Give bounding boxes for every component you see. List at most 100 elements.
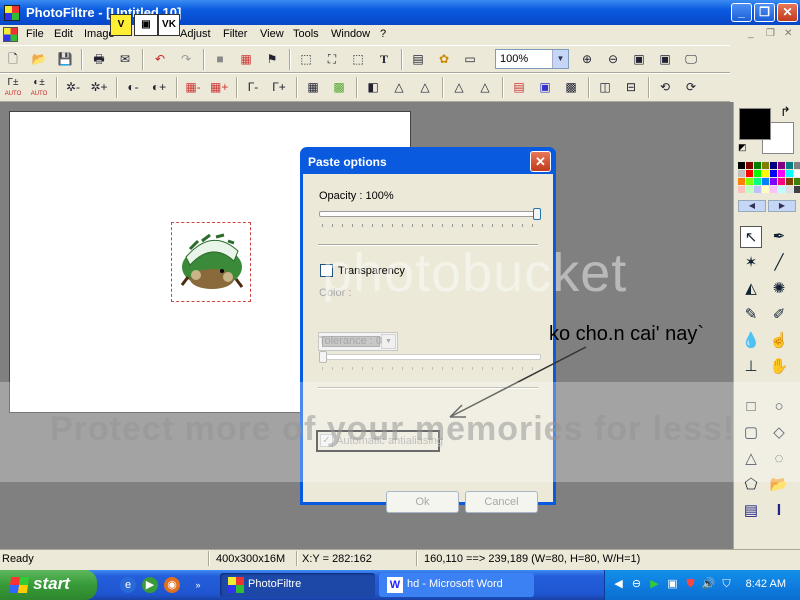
fill-bucket-tool-icon[interactable]: ◭ <box>740 278 762 300</box>
fit-window-icon[interactable]: ▣ <box>656 50 674 68</box>
soften-icon[interactable]: △ <box>450 78 468 96</box>
task-photofiltre[interactable]: PhotoFiltre <box>220 573 375 597</box>
smudge-tool-icon[interactable]: ☝ <box>768 330 790 352</box>
menu-filter[interactable]: Filter <box>223 28 247 40</box>
tray-minus-icon[interactable]: ⊖ <box>629 577 644 592</box>
magic-wand-tool-icon[interactable]: ✶ <box>740 252 762 274</box>
contrast-down-icon[interactable]: ◐- <box>124 78 142 96</box>
flip-vertical-icon[interactable]: ⊟ <box>622 78 640 96</box>
start-button[interactable]: start <box>0 570 97 600</box>
explorer-icon[interactable]: ▭ <box>461 50 479 68</box>
tray-back-icon[interactable]: ◀ <box>611 577 626 592</box>
document-menu-icon[interactable] <box>3 27 18 42</box>
actual-size-icon[interactable]: ▣ <box>630 50 648 68</box>
save-icon[interactable]: 💾 <box>56 50 74 68</box>
redo-icon[interactable]: ↷ <box>177 50 195 68</box>
tray-antivirus-icon[interactable]: ⛊ <box>683 577 698 592</box>
image-browser-icon[interactable]: ▤ <box>409 50 427 68</box>
zoom-select[interactable]: 100% ▼ <box>495 49 569 69</box>
show-more-icon[interactable]: » <box>190 577 206 593</box>
spray-tool-icon[interactable]: ✺ <box>768 278 790 300</box>
open-folder-icon[interactable]: 📂 <box>30 50 48 68</box>
plugin-icon[interactable]: ✿ <box>435 50 453 68</box>
selection-rectangle[interactable] <box>171 222 251 302</box>
new-file-icon[interactable]: 🗋 <box>4 50 22 68</box>
chevron-down-icon[interactable]: ▼ <box>552 50 568 68</box>
transform-icon[interactable]: ⬚ <box>349 50 367 68</box>
saturation-down-icon[interactable]: ▦- <box>184 78 202 96</box>
scan-icon[interactable]: ✉ <box>116 50 134 68</box>
line-tool-icon[interactable]: ╱ <box>768 252 790 274</box>
cancel-button[interactable]: Cancel <box>465 491 538 513</box>
internet-explorer-icon[interactable]: e <box>120 577 136 593</box>
quick-launch-vk-button[interactable]: VK <box>158 14 180 36</box>
mosaic-icon[interactable]: ▩ <box>330 78 348 96</box>
minimize-button[interactable]: _ <box>731 3 752 22</box>
opacity-slider-thumb[interactable] <box>533 208 541 220</box>
foreground-color-swatch[interactable] <box>739 108 771 140</box>
color-palette[interactable] <box>738 162 800 196</box>
contrast-up-icon[interactable]: ◐+ <box>150 78 168 96</box>
menu-edit[interactable]: Edit <box>54 28 73 40</box>
ok-button[interactable]: Ok <box>386 491 459 513</box>
gradient-icon[interactable]: ▤ <box>510 78 528 96</box>
menu-tools[interactable]: Tools <box>293 28 319 40</box>
quick-launch-v-button[interactable]: V <box>110 14 132 36</box>
task-word[interactable]: W hd - Microsoft Word <box>379 573 534 597</box>
reset-colors-icon[interactable]: ◩ <box>738 142 747 153</box>
brightness-down-icon[interactable]: ✲- <box>64 78 82 96</box>
pointer-tool-icon[interactable]: ↖ <box>740 226 762 248</box>
auto-contrast-icon[interactable]: ◐± AUTO <box>30 78 48 98</box>
photofiltre-app-icon[interactable] <box>4 5 20 21</box>
menu-help[interactable]: ? <box>380 28 386 40</box>
detail-icon[interactable]: △ <box>476 78 494 96</box>
palette-prev-icon[interactable]: ◀ <box>738 200 766 212</box>
restore-button[interactable]: ❐ <box>754 3 775 22</box>
blur-icon[interactable]: △ <box>390 78 408 96</box>
texture-icon[interactable]: ▩ <box>562 78 580 96</box>
mdi-minimize-icon[interactable]: _ <box>748 28 754 39</box>
zoom-in-icon[interactable]: ⊕ <box>578 50 596 68</box>
close-button[interactable]: ✕ <box>777 3 798 22</box>
run-macro-icon[interactable]: ⚑ <box>263 50 281 68</box>
tolerance-slider-thumb[interactable] <box>319 351 327 363</box>
print-icon[interactable]: 🖶 <box>90 50 108 68</box>
gamma-down-icon[interactable]: Γ- <box>244 78 262 96</box>
opacity-slider[interactable] <box>319 211 541 217</box>
rotate-left-icon[interactable]: ⟲ <box>656 78 674 96</box>
undo-icon[interactable]: ↶ <box>151 50 169 68</box>
eyedropper-tool-icon[interactable]: ✒ <box>768 226 790 248</box>
tray-sound-icon[interactable]: 🔊 <box>701 577 716 592</box>
gamma-up-icon[interactable]: Γ+ <box>270 78 288 96</box>
clone-stamp-tool-icon[interactable]: ⊥ <box>740 356 762 378</box>
blur-tool-icon[interactable]: 💧 <box>740 330 762 352</box>
tray-network-icon[interactable]: ▣ <box>665 577 680 592</box>
menu-window[interactable]: Window <box>331 28 370 40</box>
swap-colors-icon[interactable]: ↱ <box>780 104 791 120</box>
mdi-close-icon[interactable]: ✕ <box>784 28 792 39</box>
grid-filter-icon[interactable]: ▦ <box>304 78 322 96</box>
menu-adjust[interactable]: Adjust <box>180 28 211 40</box>
text-selection-icon[interactable]: 𝐈 <box>768 500 790 522</box>
firefox-icon[interactable]: ◉ <box>164 577 180 593</box>
zoom-out-icon[interactable]: ⊖ <box>604 50 622 68</box>
effect-brush-tool-icon[interactable]: ✐ <box>768 304 790 326</box>
invert-selection-icon[interactable]: ▤ <box>740 500 762 522</box>
mdi-restore-icon[interactable]: ❐ <box>766 28 775 39</box>
full-screen-icon[interactable]: 🖵 <box>682 50 700 68</box>
select-tool-icon[interactable]: ⬚ <box>297 50 315 68</box>
media-player-icon[interactable]: ▶ <box>142 577 158 593</box>
sharpen-icon[interactable]: △ <box>416 78 434 96</box>
saturation-up-icon[interactable]: ▦+ <box>210 78 228 96</box>
tray-security-icon[interactable]: ⛉ <box>719 577 734 592</box>
crop-icon[interactable]: ⛶ <box>323 50 341 68</box>
flip-horizontal-icon[interactable]: ◫ <box>596 78 614 96</box>
frame-icon[interactable]: ▣ <box>536 78 554 96</box>
menu-view[interactable]: View <box>260 28 284 40</box>
text-tool-icon[interactable]: T <box>375 50 393 68</box>
rotate-right-icon[interactable]: ⟳ <box>682 78 700 96</box>
brightness-up-icon[interactable]: ✲+ <box>90 78 108 96</box>
auto-levels-icon[interactable]: Γ± AUTO <box>4 78 22 98</box>
quick-launch-window-icon[interactable]: ▣ <box>134 14 158 36</box>
chevron-down-icon[interactable]: ▼ <box>381 334 396 349</box>
